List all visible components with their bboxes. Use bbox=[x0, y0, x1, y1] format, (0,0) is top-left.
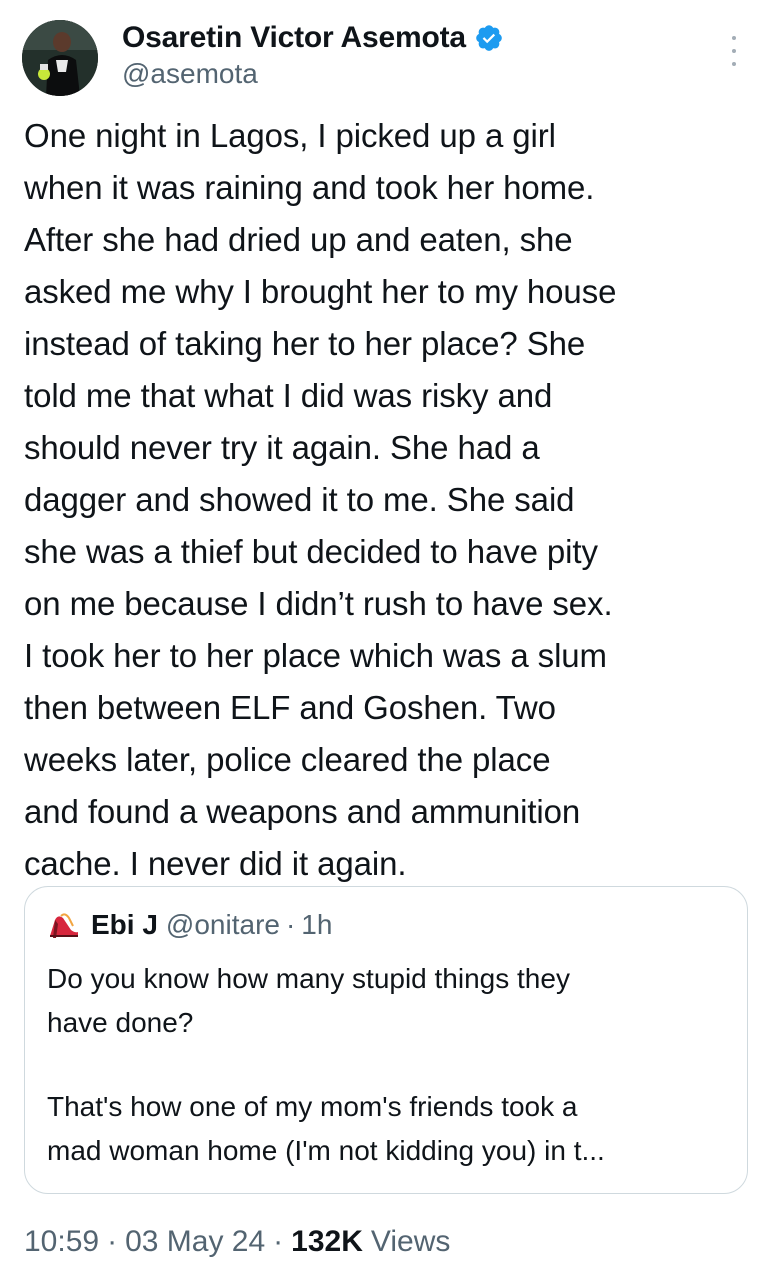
tweet-text-line: cache. I never did it again. bbox=[24, 845, 407, 882]
tweet-text-line: After she had dried up and eaten, she bbox=[24, 221, 573, 258]
quoted-text-line: That's how one of my mom's friends took … bbox=[47, 1091, 578, 1122]
quoted-text-line: mad woman home (I'm not kidding you) in … bbox=[47, 1135, 605, 1166]
tweet-text-line: One night in Lagos, I picked up a girl bbox=[24, 117, 556, 154]
tweet-text-line: then between ELF and Goshen. Two bbox=[24, 689, 556, 726]
tweet-card: Osaretin Victor Asemota @asemota One nig… bbox=[0, 0, 772, 1280]
more-dot bbox=[732, 36, 736, 40]
tweet-date[interactable]: 03 May 24 bbox=[125, 1225, 265, 1259]
quoted-tweet-header: Ebi J @onitare · 1h bbox=[47, 907, 332, 943]
quoted-text-line: have done? bbox=[47, 1007, 194, 1038]
tweet-text-line: asked me why I brought her to my house bbox=[24, 273, 617, 310]
quoted-author-handle[interactable]: @onitare bbox=[166, 909, 280, 941]
verified-badge-icon bbox=[474, 23, 504, 53]
views-label: Views bbox=[370, 1225, 451, 1258]
tweet-text-line: weeks later, police cleared the place bbox=[24, 741, 551, 778]
tweet-time[interactable]: 10:59 bbox=[24, 1225, 99, 1259]
profile-photo-icon bbox=[22, 20, 98, 96]
tweet-text: One night in Lagos, I picked up a girl w… bbox=[24, 110, 754, 890]
separator-dot: · bbox=[107, 1225, 118, 1258]
quoted-text-line: Do you know how many stupid things they bbox=[47, 963, 570, 994]
tweet-text-line: should never try it again. She had a bbox=[24, 429, 540, 466]
author-handle[interactable]: @asemota bbox=[122, 58, 258, 90]
quoted-author-name[interactable]: Ebi J bbox=[91, 909, 158, 941]
more-vertical-icon[interactable] bbox=[722, 36, 746, 66]
tweet-text-line: told me that what I did was risky and bbox=[24, 377, 553, 414]
tweet-meta: 10:59 · 03 May 24 · 132K Views bbox=[24, 1222, 450, 1262]
tweet-text-line: dagger and showed it to me. She said bbox=[24, 481, 575, 518]
separator-dot: · bbox=[273, 1225, 284, 1258]
tweet-text-line: when it was raining and took her home. bbox=[24, 169, 595, 206]
more-dot bbox=[732, 62, 736, 66]
author-display-name[interactable]: Osaretin Victor Asemota bbox=[122, 21, 466, 55]
author-avatar[interactable] bbox=[22, 20, 98, 96]
quoted-timestamp[interactable]: 1h bbox=[301, 909, 332, 941]
quoted-tweet-text: Do you know how many stupid things they … bbox=[47, 957, 727, 1173]
tweet-text-line: and found a weapons and ammunition bbox=[24, 793, 581, 830]
author-name-row[interactable]: Osaretin Victor Asemota bbox=[122, 18, 504, 58]
tweet-text-line: on me because I didn’t rush to have sex. bbox=[24, 585, 613, 622]
tweet-text-line: she was a thief but decided to have pity bbox=[24, 533, 598, 570]
high-heel-icon bbox=[47, 908, 81, 942]
tweet-text-line: I took her to her place which was a slum bbox=[24, 637, 607, 674]
quoted-tweet-card[interactable]: Ebi J @onitare · 1h Do you know how many… bbox=[24, 886, 748, 1194]
more-dot bbox=[732, 49, 736, 53]
views-count: 132K bbox=[291, 1225, 363, 1258]
separator-dot: · bbox=[285, 909, 296, 940]
tweet-text-line: instead of taking her to her place? She bbox=[24, 325, 586, 362]
